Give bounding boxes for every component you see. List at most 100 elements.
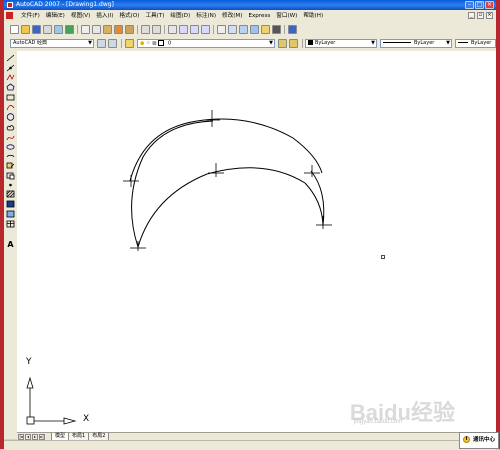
polyline-icon <box>6 74 15 81</box>
doc-restore-button[interactable]: ▫ <box>477 12 484 19</box>
arc-grip-marker <box>304 165 320 177</box>
document-icon[interactable] <box>6 12 13 19</box>
window-controls: – □ × <box>465 1 494 9</box>
menu-view[interactable]: 视图(V) <box>68 10 93 22</box>
document-window-controls: _ ▫ × <box>468 12 493 19</box>
toolbar-separator <box>121 39 122 48</box>
menu-express[interactable]: Express <box>245 10 273 22</box>
markup-icon[interactable] <box>261 25 270 34</box>
blockeditor-icon[interactable] <box>125 25 134 34</box>
info-icon: i <box>463 436 470 443</box>
menu-draw[interactable]: 绘图(D) <box>167 10 193 22</box>
chevron-down-icon: ▼ <box>269 40 273 46</box>
workspace-dropdown[interactable]: AutoCAD 经典 ▼ <box>10 39 94 48</box>
communication-center-label: 通讯中心 <box>473 437 496 443</box>
drawing-geometry <box>26 110 385 425</box>
autocad-app-icon[interactable] <box>7 2 13 8</box>
menu-file[interactable]: 文件(F) <box>18 10 43 22</box>
ucs-x-label: X <box>83 414 90 424</box>
menu-help[interactable]: 帮助(H) <box>300 10 326 22</box>
calculator-icon[interactable] <box>272 25 281 34</box>
arc-grip-marker <box>204 110 220 127</box>
menu-dimension[interactable]: 标注(N) <box>193 10 219 22</box>
pickbox-cursor <box>381 255 385 259</box>
zoom-realtime-icon[interactable] <box>179 25 188 34</box>
help-icon[interactable] <box>288 25 297 34</box>
ellipse-arc-icon <box>6 154 15 158</box>
outer-arc-left-trace <box>131 120 214 248</box>
gradient-icon <box>6 200 15 208</box>
new-icon[interactable] <box>10 25 19 34</box>
workspace-save-icon[interactable] <box>108 39 117 48</box>
menu-edit[interactable]: 编辑(E) <box>43 10 68 22</box>
cut-icon[interactable] <box>81 25 90 34</box>
linetype-dropdown[interactable]: ByLayer ▼ <box>380 39 452 48</box>
save-icon[interactable] <box>32 25 41 34</box>
lineweight-preview <box>458 42 468 43</box>
menu-insert[interactable]: 插入(I) <box>93 10 116 22</box>
communication-center[interactable]: i 通讯中心 <box>459 432 499 449</box>
layer-dropdown[interactable]: ● ☼ ■ 0 ▼ <box>137 39 275 48</box>
menu-window[interactable]: 窗口(W) <box>273 10 300 22</box>
layer-manager-icon[interactable] <box>125 39 134 48</box>
matchprop-icon[interactable] <box>114 25 123 34</box>
lineweight-dropdown[interactable]: ByLayer <box>455 39 496 48</box>
color-swatch <box>308 40 313 45</box>
close-button[interactable]: × <box>485 1 494 9</box>
lock-icon: ■ <box>152 40 157 47</box>
insert-block-icon <box>6 162 15 169</box>
toolbar-separator <box>77 25 78 34</box>
spline-icon <box>6 135 15 141</box>
arc-grip-marker <box>123 175 139 187</box>
copy-icon[interactable] <box>92 25 101 34</box>
properties-icon[interactable] <box>217 25 226 34</box>
menu-format[interactable]: 格式(O) <box>116 10 142 22</box>
workspace-settings-icon[interactable] <box>97 39 106 48</box>
make-object-layer-current-icon[interactable] <box>278 39 287 48</box>
color-value: ByLayer <box>315 40 336 46</box>
toolbar-separator <box>302 39 303 48</box>
toolbar-separator <box>213 25 214 34</box>
maximize-button[interactable]: □ <box>475 1 484 9</box>
properties-toolbar: AutoCAD 经典 ▼ ● ☼ ■ 0 ▼ ByLayer ▼ ByLayer… <box>4 37 496 52</box>
layer-previous-icon[interactable] <box>289 39 298 48</box>
paste-icon[interactable] <box>103 25 112 34</box>
linetype-value: ByLayer <box>414 40 435 46</box>
minimize-button[interactable]: – <box>465 1 474 9</box>
linetype-preview <box>383 42 411 43</box>
chevron-down-icon: ▼ <box>88 40 92 46</box>
preview-icon[interactable] <box>54 25 63 34</box>
doc-close-button[interactable]: × <box>486 12 493 19</box>
redo-icon[interactable] <box>152 25 161 34</box>
line-icon <box>6 54 15 62</box>
table-icon <box>6 220 15 228</box>
publish-icon[interactable] <box>65 25 74 34</box>
lineweight-value: ByLayer <box>471 40 492 46</box>
watermark: Baidu经验 jingyan.baidu.com <box>350 395 455 427</box>
arc-icon <box>6 105 15 111</box>
print-icon[interactable] <box>43 25 52 34</box>
menu-modify[interactable]: 修改(M) <box>219 10 245 22</box>
open-icon[interactable] <box>21 25 30 34</box>
zoom-window-icon[interactable] <box>190 25 199 34</box>
layer-value: 0 <box>167 40 172 47</box>
sheetset-icon[interactable] <box>250 25 259 34</box>
designcenter-icon[interactable] <box>228 25 237 34</box>
menu-tools[interactable]: 工具(T) <box>142 10 167 22</box>
doc-minimize-button[interactable]: _ <box>468 12 475 19</box>
point-icon <box>9 183 12 187</box>
layer-color-swatch <box>158 40 165 46</box>
undo-icon[interactable] <box>141 25 150 34</box>
drawing-canvas[interactable]: Y X <box>17 51 496 432</box>
circle-icon <box>6 113 15 121</box>
construction-line-icon <box>6 64 15 72</box>
toolpalettes-icon[interactable] <box>239 25 248 34</box>
color-dropdown[interactable]: ByLayer ▼ <box>305 39 377 48</box>
chevron-down-icon: ▼ <box>446 40 450 46</box>
ucs-icon <box>26 376 77 425</box>
chevron-down-icon: ▼ <box>371 40 375 46</box>
ellipse-icon <box>6 144 15 150</box>
zoom-previous-icon[interactable] <box>201 25 210 34</box>
pan-icon[interactable] <box>168 25 177 34</box>
polygon-icon <box>6 83 15 91</box>
